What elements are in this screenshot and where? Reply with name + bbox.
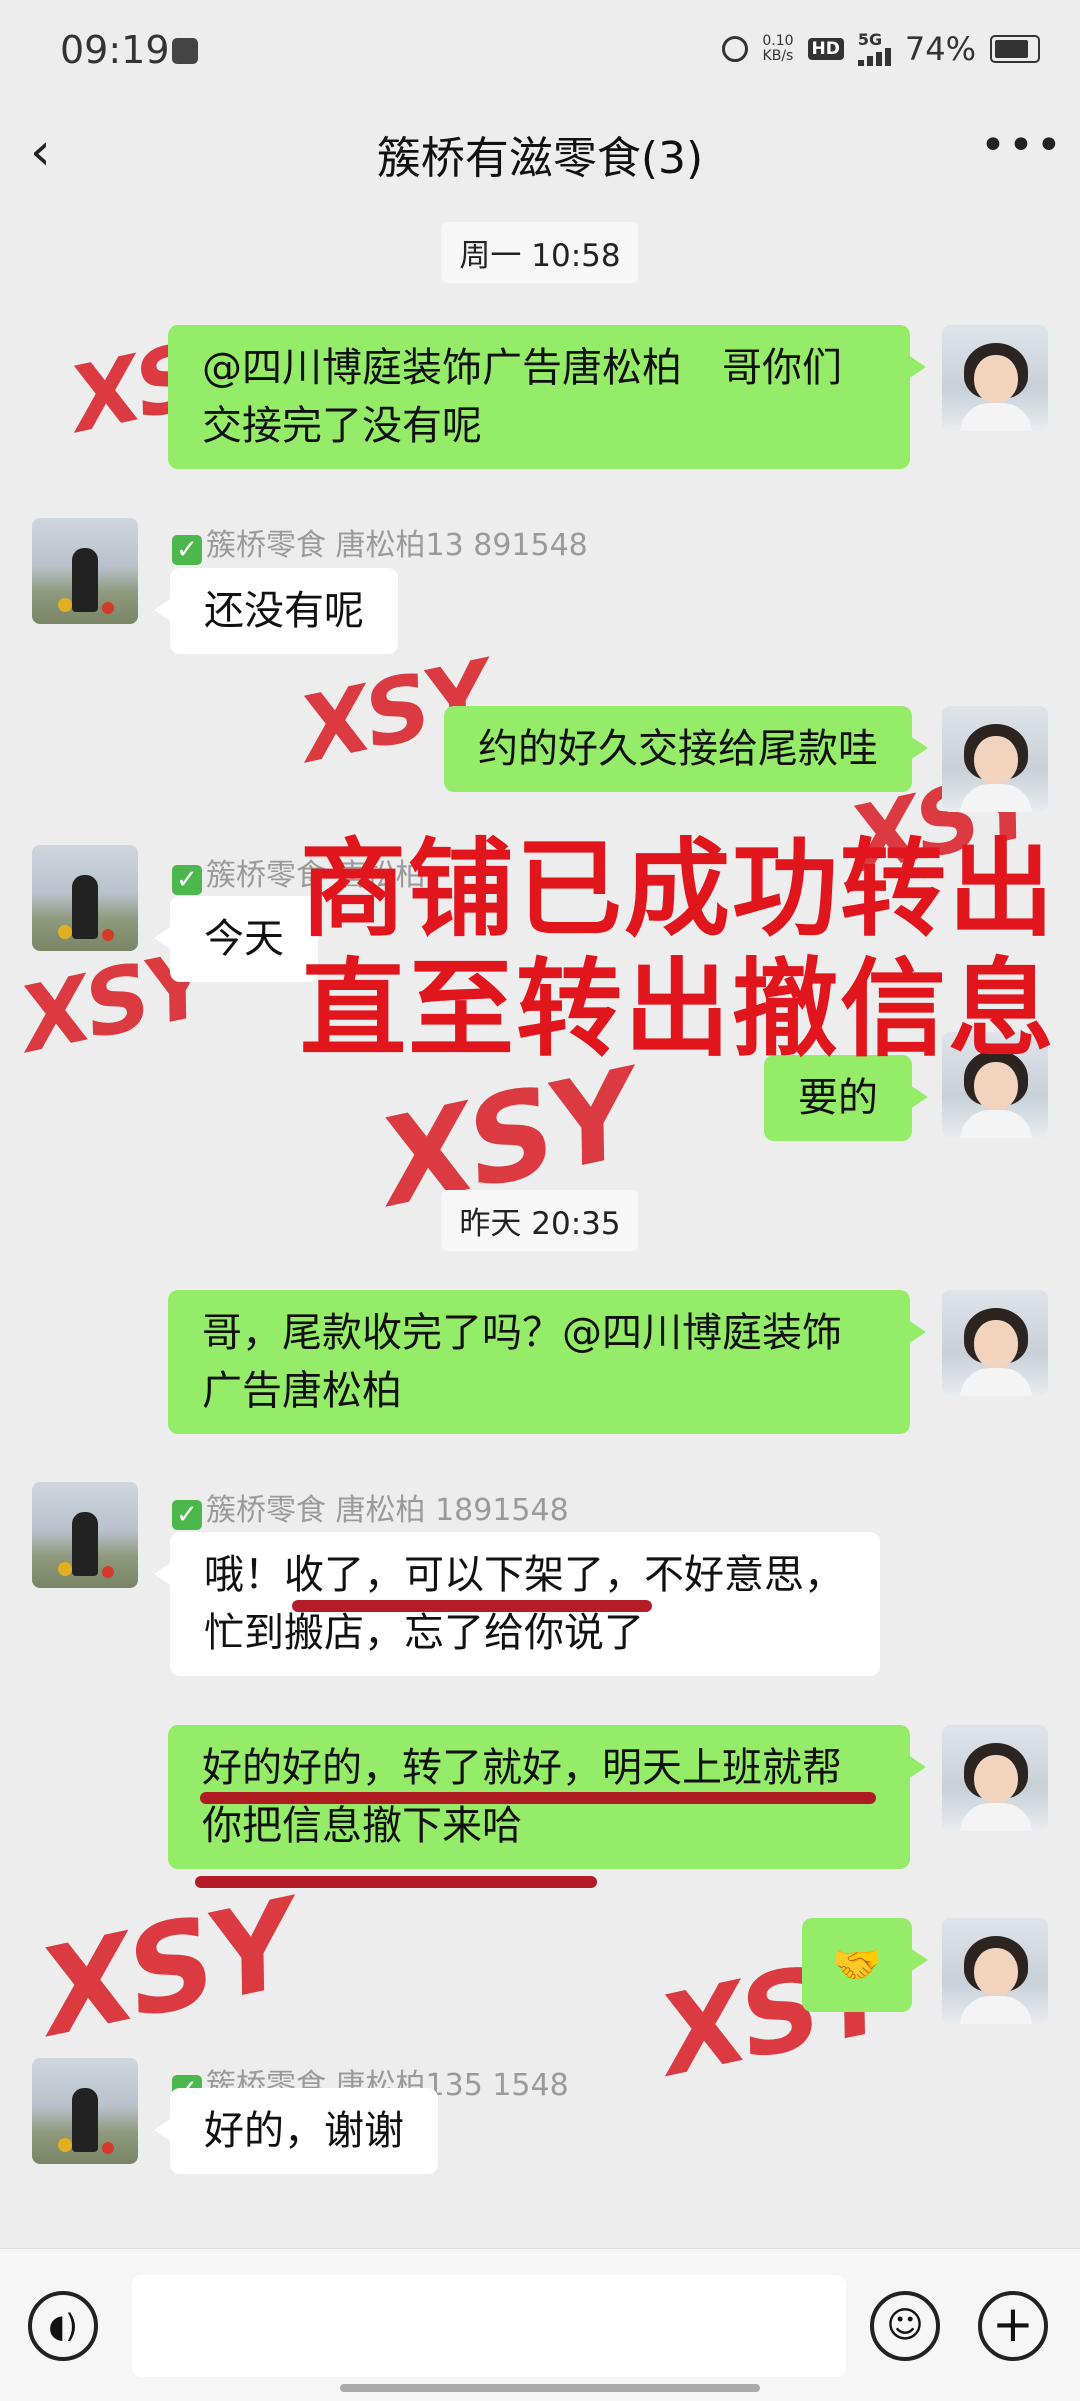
overlay-line-2: 直至转出撤信息	[300, 948, 1056, 1071]
timestamp: 昨天 20:35	[441, 1190, 639, 1251]
red-underline	[292, 1600, 652, 1612]
message-bubble[interactable]: 约的好久交接给尾款哇	[444, 706, 928, 792]
avatar[interactable]	[942, 1918, 1048, 2024]
status-bar: 09:19 0.10 KB/s HD 5G 74%	[0, 0, 1080, 100]
check-mark-icon: ✓	[172, 865, 202, 895]
sender-name-text: 簇桥零食 唐松柏 1891548	[206, 1493, 569, 1528]
network-speed-value: 0.10	[762, 33, 794, 49]
avatar[interactable]	[32, 1482, 138, 1588]
notification-icon	[172, 38, 198, 64]
alarm-icon	[722, 36, 749, 62]
overlay-caption: 商铺已成功转出 直至转出撤信息	[300, 828, 1056, 1071]
avatar[interactable]	[942, 325, 1048, 431]
home-indicator[interactable]	[340, 2384, 760, 2392]
message-bubble[interactable]: 🤝	[802, 1918, 928, 2012]
overlay-line-1: 商铺已成功转出	[300, 828, 1056, 951]
network-speed-unit: KB/s	[762, 48, 794, 64]
sender-name: ✓ 簇桥零食 唐松柏 1891548	[172, 1485, 569, 1530]
input-bar: ◖) ☺ +	[0, 2248, 1080, 2401]
voice-icon[interactable]: ◖)	[28, 2291, 98, 2361]
watermark-logo: XSY	[28, 1875, 306, 2064]
red-underline	[195, 1876, 597, 1888]
avatar[interactable]	[942, 1725, 1048, 1831]
network-speed: 0.10 KB/s	[762, 34, 793, 64]
message-bubble[interactable]: 好的，谢谢	[154, 2088, 438, 2174]
avatar[interactable]	[32, 518, 138, 624]
battery-percent: 74%	[904, 30, 976, 68]
timestamp: 周一 10:58	[441, 222, 639, 283]
avatar[interactable]	[32, 2058, 138, 2164]
message-input[interactable]	[132, 2275, 846, 2377]
status-time: 09:19	[60, 28, 170, 72]
avatar[interactable]	[942, 706, 1048, 812]
message-bubble[interactable]: 哥，尾款收完了吗？@四川博庭装饰广告唐松柏	[168, 1290, 926, 1434]
battery-icon	[990, 35, 1040, 63]
check-mark-icon: ✓	[172, 1500, 202, 1530]
red-underline	[200, 1792, 876, 1804]
avatar[interactable]	[32, 845, 138, 951]
plus-icon[interactable]: +	[978, 2291, 1048, 2361]
hd-icon: HD	[807, 38, 844, 60]
chat-title: 簇桥有滋零食(3)	[376, 133, 704, 184]
sender-name: ✓ 簇桥零食 唐松柏13 891548	[172, 520, 588, 565]
message-bubble[interactable]: @四川博庭装饰广告唐松柏 哥你们交接完了没有呢	[168, 325, 926, 469]
avatar[interactable]	[942, 1290, 1048, 1396]
sender-name-text: 簇桥零食 唐松柏13 891548	[206, 528, 588, 563]
emoji-icon[interactable]: ☺	[870, 2291, 940, 2361]
more-dots-icon[interactable]: •••	[980, 122, 1062, 182]
message-bubble[interactable]: 今天	[154, 896, 318, 982]
check-mark-icon: ✓	[172, 535, 202, 565]
chat-header: ‹ 簇桥有滋零食(3) •••	[0, 100, 1080, 210]
signal-icon	[857, 48, 891, 66]
network-type: 5G	[857, 30, 883, 49]
message-bubble[interactable]: 还没有呢	[154, 568, 398, 654]
